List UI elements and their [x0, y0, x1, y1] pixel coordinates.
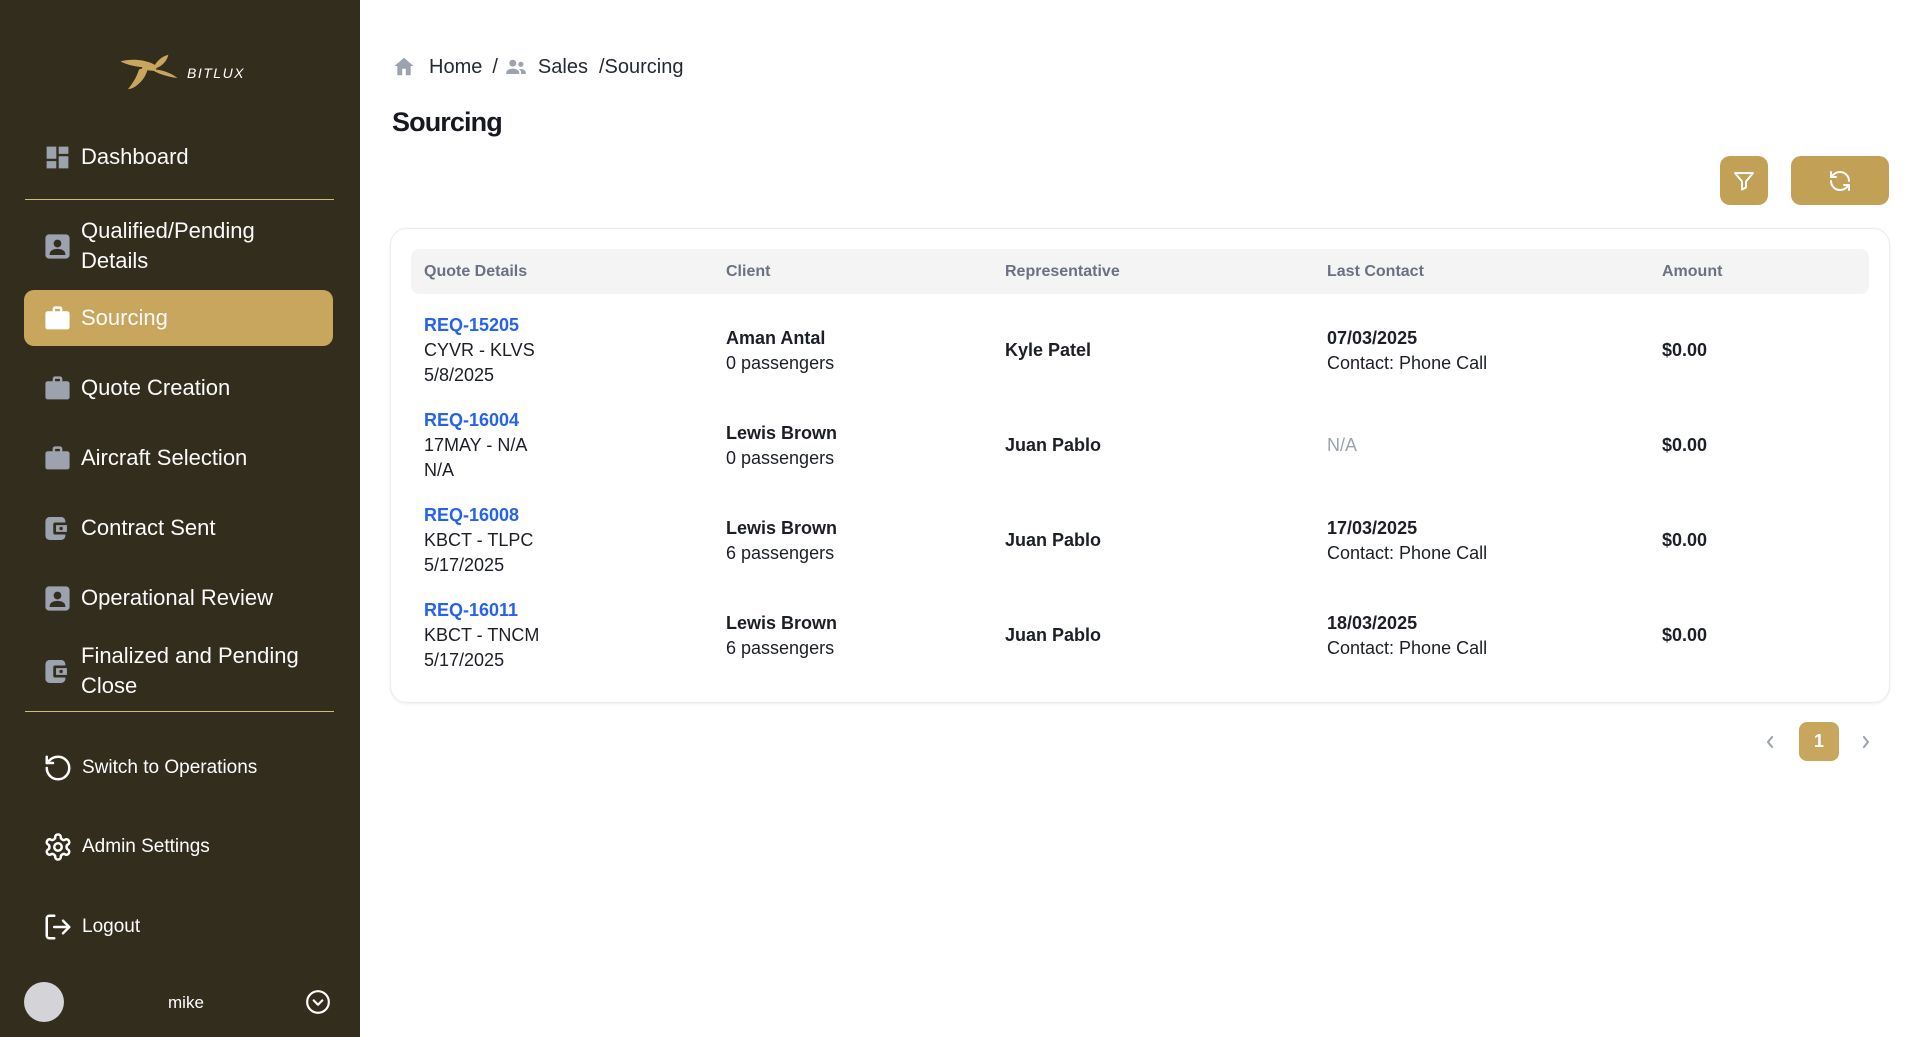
svg-text:BITLUX: BITLUX: [187, 65, 245, 81]
